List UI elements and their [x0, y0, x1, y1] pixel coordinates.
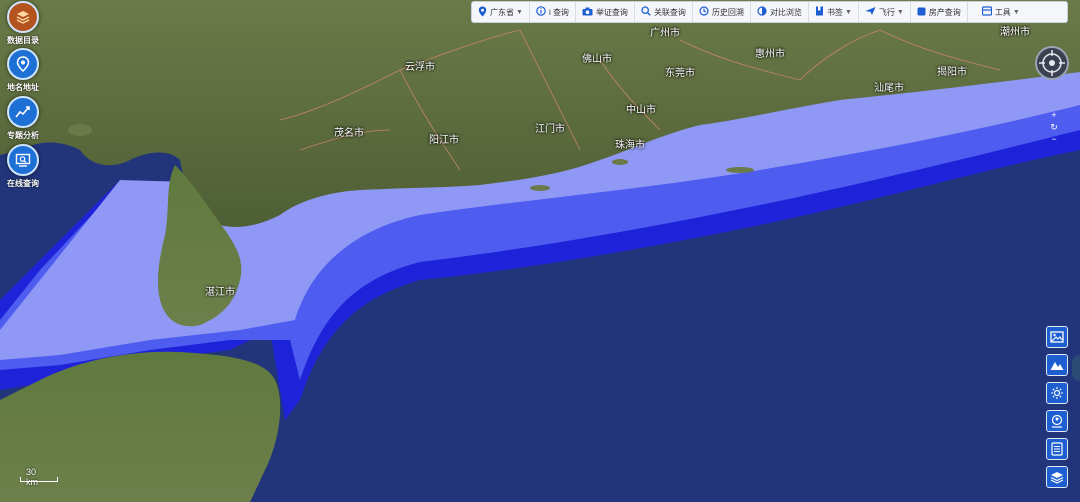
zoom-in-button[interactable]: + — [1048, 109, 1060, 121]
location-pin-icon — [478, 6, 487, 19]
city-label: 江门市 — [535, 124, 565, 135]
city-label: 揭阳市 — [937, 67, 967, 78]
city-label: 茂名市 — [334, 128, 364, 139]
info-icon — [536, 6, 546, 18]
search-monitor-icon — [7, 144, 39, 176]
fly-label: 飞行 — [878, 7, 895, 17]
zoom-out-button[interactable]: − — [1048, 133, 1060, 145]
chevron-down-icon: ▼ — [844, 8, 852, 16]
trend-chart-icon — [7, 96, 39, 128]
city-label: 珠海市 — [615, 140, 645, 151]
related-query-button[interactable]: 关联查询 — [635, 2, 693, 22]
city-label: 中山市 — [626, 105, 656, 116]
menu-online-query[interactable]: 在线查询 — [4, 144, 42, 189]
property-query-button[interactable]: 房产查询 — [911, 2, 968, 22]
compare-button[interactable]: 对比浏览 — [751, 2, 809, 22]
menu-label: 数据目录 — [7, 36, 39, 45]
menu-label: 地名地址 — [7, 83, 39, 92]
reset-view-button[interactable]: ↻ — [1048, 121, 1060, 133]
scale-line — [20, 477, 58, 482]
location-pin-icon — [7, 48, 39, 80]
bookmark-icon — [815, 6, 824, 18]
city-label: 惠州市 — [755, 49, 785, 60]
tools-select[interactable]: 工具 ▼ — [968, 2, 1026, 22]
menu-place-address[interactable]: 地名地址 — [4, 48, 42, 93]
compare-icon — [757, 6, 767, 18]
side-panel-handle[interactable] — [1072, 355, 1080, 381]
chevron-down-icon: ▼ — [896, 8, 904, 16]
list-icon — [1051, 442, 1063, 456]
layers-icon — [1050, 471, 1064, 484]
tools-label: 工具 — [994, 7, 1011, 17]
menu-data-catalog[interactable]: 数据目录 — [4, 1, 42, 46]
evidence-query-button[interactable]: 举证查询 — [576, 2, 635, 22]
image-icon — [1050, 331, 1064, 343]
terrain-icon — [1050, 362, 1064, 370]
history-button[interactable]: 历史回溯 — [693, 2, 751, 22]
house-icon — [917, 7, 926, 18]
bookmark-select[interactable]: 书签 ▼ — [809, 2, 859, 22]
city-label: 汕尾市 — [874, 83, 904, 94]
compare-label: 对比浏览 — [769, 7, 802, 17]
city-label: 潮州市 — [1000, 27, 1030, 38]
city-label: 广州市 — [650, 28, 680, 39]
history-icon — [699, 6, 709, 18]
province-select[interactable]: 广东省 ▼ — [472, 2, 530, 22]
history-label: 历史回溯 — [711, 7, 744, 17]
compass-control[interactable] — [1035, 46, 1069, 80]
i-query-button[interactable]: i 查询 — [530, 2, 576, 22]
sun-icon — [1051, 387, 1063, 399]
chevron-down-icon: ▼ — [516, 8, 523, 16]
city-label: 佛山市 — [582, 54, 612, 65]
fly-select[interactable]: 飞行 ▼ — [859, 2, 911, 22]
lighting-button[interactable] — [1046, 382, 1068, 404]
toolbox-icon — [981, 6, 992, 18]
list-button[interactable] — [1046, 438, 1068, 460]
city-label: 云浮市 — [405, 62, 435, 73]
property-query-label: 房产查询 — [928, 7, 961, 17]
layers-icon — [7, 1, 39, 33]
globe-view-button[interactable] — [1046, 410, 1068, 432]
image-layer-button[interactable] — [1046, 326, 1068, 348]
search-icon — [641, 6, 651, 18]
bookmark-label: 书签 — [826, 7, 843, 17]
airplane-icon — [865, 6, 876, 18]
layers-button[interactable] — [1046, 466, 1068, 488]
camera-icon — [582, 7, 593, 18]
menu-label: 专题分析 — [7, 131, 39, 140]
city-label: 阳江市 — [429, 135, 459, 146]
menu-label: 在线查询 — [7, 179, 39, 188]
zoom-control: + ↻ − — [1048, 109, 1060, 147]
province-label: 广东省 — [490, 7, 514, 17]
globe-person-icon — [1051, 414, 1063, 428]
chevron-down-icon: ▼ — [1012, 8, 1020, 16]
city-label: 东莞市 — [665, 68, 695, 79]
top-toolbar: 广东省 ▼ i 查询 举证查询 关联查询 历史回溯 对比浏览 书签 ▼ 飞行 ▼ 房产… — [471, 1, 1068, 23]
i-query-label: i 查询 — [548, 7, 569, 17]
satellite-map[interactable] — [0, 0, 1080, 502]
terrain-button[interactable] — [1046, 354, 1068, 376]
compass-icon — [1039, 50, 1065, 76]
evidence-query-label: 举证查询 — [595, 7, 628, 17]
menu-thematic-analysis[interactable]: 专题分析 — [4, 96, 42, 141]
city-label: 湛江市 — [205, 287, 235, 298]
related-query-label: 关联查询 — [653, 7, 686, 17]
